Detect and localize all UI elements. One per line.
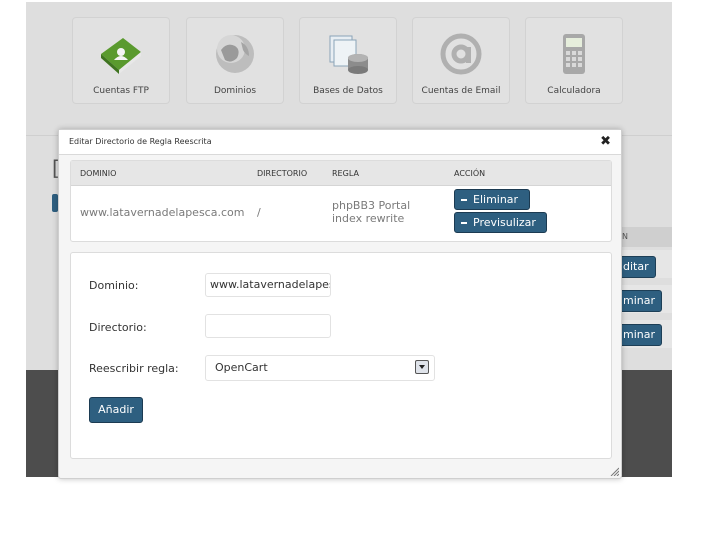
background-delete-button[interactable]: minar (616, 324, 663, 346)
dialog-title: Editar Directorio de Regla Reescrita (69, 137, 212, 146)
row-directory: / (257, 206, 261, 219)
background-column-header: N (620, 227, 672, 247)
row-domain: www.latavernadelapesca.com (80, 206, 245, 219)
calculator-icon (563, 34, 585, 74)
domain-field[interactable]: www.latavernadelapesca.com (205, 273, 331, 297)
ftp-book-icon (101, 38, 141, 74)
domains-label: Dominios (213, 86, 257, 96)
column-header-rule: REGLA (332, 169, 359, 178)
table-header: DOMINIO DIRECTORIO REGLA ACCIÓN (71, 161, 611, 186)
databases-label: Bases de Datos (313, 86, 383, 96)
directory-field[interactable] (205, 314, 331, 338)
rewrite-rules-table: DOMINIO DIRECTORIO REGLA ACCIÓN www.lata… (70, 160, 612, 242)
preview-button-label: Previsulizar (473, 216, 536, 229)
chevron-down-icon[interactable] (415, 360, 429, 374)
email-accounts-label: Cuentas de Email (421, 86, 501, 96)
row-rule-line1: phpBB3 Portal (332, 199, 411, 212)
row-rule-line2: index rewrite (332, 212, 405, 225)
resize-grip-icon[interactable] (609, 466, 619, 476)
minus-icon (461, 199, 467, 201)
column-header-domain: DOMINIO (80, 169, 117, 178)
delete-button[interactable]: Eliminar (454, 189, 530, 210)
edit-rewrite-rule-dialog: Editar Directorio de Regla Reescrita ✖ D… (58, 129, 622, 479)
calculator-label: Calculadora (547, 86, 601, 96)
ftp-accounts-tile[interactable]: Cuentas FTP (72, 17, 170, 104)
directory-label: Directorio: (89, 321, 147, 334)
databases-tile[interactable]: Bases de Datos (299, 17, 397, 104)
ftp-accounts-label: Cuentas FTP (93, 86, 149, 96)
background-top-strip (26, 0, 672, 2)
add-button[interactable]: Añadir (89, 397, 143, 423)
rewrite-rule-label: Reescribir regla: (89, 362, 179, 375)
minus-icon (461, 222, 467, 224)
close-icon[interactable]: ✖ (600, 134, 611, 149)
globe-icon (216, 35, 254, 73)
rewrite-rule-select[interactable]: OpenCart (205, 355, 435, 381)
at-sign-icon (440, 33, 482, 75)
rewrite-rule-selected-value: OpenCart (215, 361, 268, 374)
database-icon (329, 35, 368, 74)
column-header-action: ACCIÓN (454, 169, 486, 178)
column-header-directory: DIRECTORIO (257, 169, 308, 178)
calculator-tile[interactable]: Calculadora (525, 17, 623, 104)
domain-label: Dominio: (89, 279, 139, 292)
rewrite-rule-form: Dominio: www.latavernadelapesca.com Dire… (70, 252, 612, 459)
preview-button[interactable]: Previsulizar (454, 212, 547, 233)
email-accounts-tile[interactable]: Cuentas de Email (412, 17, 510, 104)
delete-button-label: Eliminar (473, 193, 519, 206)
dialog-titlebar: Editar Directorio de Regla Reescrita ✖ (59, 130, 621, 155)
domains-tile[interactable]: Dominios (186, 17, 284, 104)
background-delete-button[interactable]: minar (616, 290, 663, 312)
